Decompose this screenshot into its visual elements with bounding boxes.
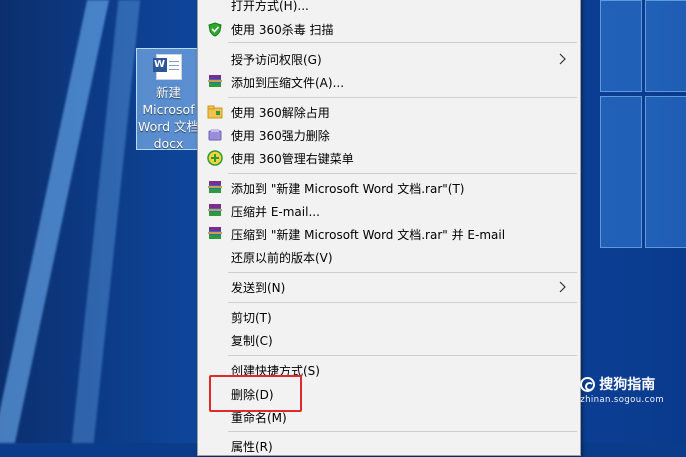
menu-separator (228, 302, 577, 303)
menu-item-label: 添加到压缩文件(A)... (231, 75, 345, 90)
menu-item-add-to-rar[interactable]: 添加到 "新建 Microsoft Word 文档.rar"(T) (198, 177, 580, 199)
menu-item-label: 复制(C) (231, 333, 273, 348)
winrar-icon (207, 226, 223, 242)
menu-item-add-to-archive[interactable]: 添加到压缩文件(A)... (198, 71, 580, 93)
file-name-line: Microsof (142, 102, 195, 117)
sogou-logo-icon (580, 376, 596, 392)
menu-item-cut[interactable]: 剪切(T) (198, 306, 580, 328)
menu-item-label: 发送到(N) (231, 280, 286, 295)
shield-360-icon (207, 21, 223, 37)
menu-item-label: 压缩并 E-mail... (231, 204, 320, 219)
menu-separator (228, 355, 577, 356)
menu-item-label: 属性(R) (231, 439, 273, 454)
word-document-icon: W (152, 54, 182, 80)
file-name-line: 新建 (155, 85, 181, 100)
file-name-line: Word 文档 (137, 119, 200, 134)
unlock-folder-icon (207, 104, 223, 120)
menu-item-360-scan[interactable]: 使用 360杀毒 扫描 (198, 18, 580, 40)
menu-item-copy[interactable]: 复制(C) (198, 329, 580, 351)
menu-item-label: 使用 360管理右键菜单 (231, 151, 354, 166)
winrar-icon (207, 74, 223, 90)
delete-highlight-box (209, 375, 302, 412)
menu-item-360-unlock[interactable]: 使用 360解除占用 (198, 101, 580, 123)
menu-separator (228, 173, 577, 174)
winrar-icon (207, 203, 223, 219)
chevron-right-icon (556, 280, 570, 294)
wallpaper-window-pane (600, 0, 642, 92)
menu-item-label: 使用 360解除占用 (231, 105, 330, 120)
menu-item-360-force-delete[interactable]: 使用 360强力删除 (198, 124, 580, 146)
wallpaper-window-pane (600, 96, 642, 248)
menu-item-label: 授予访问权限(G) (231, 52, 322, 67)
file-name-label: 新建 Microsof Word 文档 docx (137, 84, 200, 152)
menu-item-compress-rar-email[interactable]: 压缩到 "新建 Microsoft Word 文档.rar" 并 E-mail (198, 223, 580, 245)
menu-separator (228, 272, 577, 273)
watermark-brand: 搜狗指南 (599, 377, 656, 393)
menu-separator (228, 431, 577, 432)
menu-item-grant-access[interactable]: 授予访问权限(G) (198, 48, 580, 70)
winrar-icon (207, 180, 223, 196)
chevron-right-icon (556, 52, 570, 66)
sogou-watermark: 搜狗指南 zhinan.sogou.com (580, 374, 664, 405)
menu-manager-icon (207, 150, 223, 166)
menu-item-label: 打开方式(H)... (231, 0, 309, 13)
menu-separator (228, 42, 577, 43)
watermark-url: zhinan.sogou.com (580, 395, 664, 405)
file-name-line: docx (153, 136, 184, 151)
wallpaper-window-pane (645, 96, 686, 248)
menu-item-open-with[interactable]: 打开方式(H)... (198, 0, 580, 16)
menu-item-label: 使用 360杀毒 扫描 (231, 22, 334, 37)
menu-item-properties[interactable]: 属性(R) (198, 435, 580, 457)
word-badge: W (152, 58, 167, 72)
menu-item-send-to[interactable]: 发送到(N) (198, 276, 580, 298)
menu-item-label: 剪切(T) (231, 310, 272, 325)
menu-item-label: 使用 360强力删除 (231, 128, 330, 143)
force-delete-icon (207, 127, 223, 143)
menu-item-compress-email[interactable]: 压缩并 E-mail... (198, 200, 580, 222)
menu-item-label: 添加到 "新建 Microsoft Word 文档.rar"(T) (231, 181, 465, 196)
menu-item-label: 压缩到 "新建 Microsoft Word 文档.rar" 并 E-mail (231, 227, 506, 242)
menu-separator (228, 97, 577, 98)
menu-item-label: 还原以前的版本(V) (231, 250, 333, 265)
desktop-file-icon[interactable]: W 新建 Microsof Word 文档 docx (136, 48, 201, 152)
wallpaper-window-pane (645, 0, 686, 92)
document-lines-icon (168, 61, 179, 73)
menu-item-restore-versions[interactable]: 还原以前的版本(V) (198, 246, 580, 268)
menu-item-360-menu-manager[interactable]: 使用 360管理右键菜单 (198, 147, 580, 169)
